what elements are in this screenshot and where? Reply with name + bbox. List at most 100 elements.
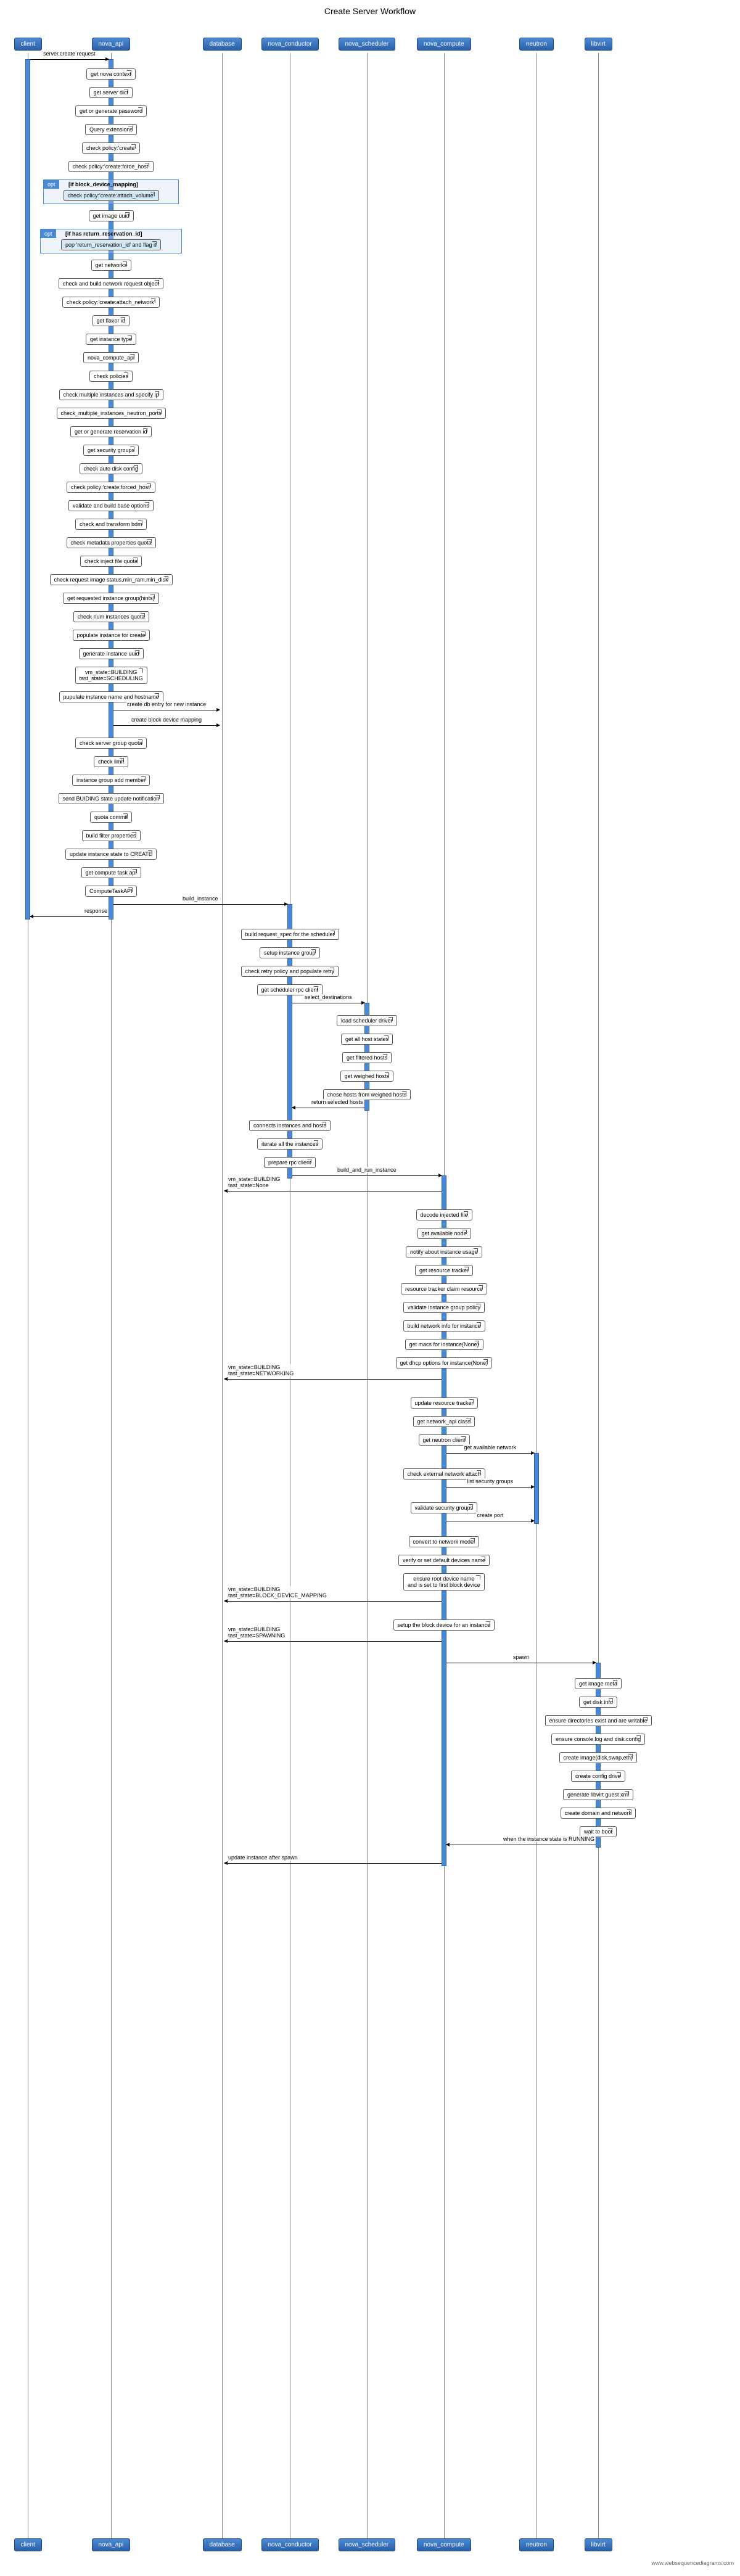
self-message: get instance type [86,334,136,345]
activation-nova_conductor [287,904,292,1179]
participant-database: database [203,38,242,51]
message-arrow [292,1175,442,1176]
self-message: check request image status,min_ram,min_d… [50,574,173,585]
message-label: vm_state=BUILDINGtast_state=BLOCK_DEVICE… [227,1586,328,1599]
message-label: get available network [463,1444,518,1451]
self-message: check multiple instances and specify ip [59,389,163,400]
lifeline-nova_scheduler [367,53,368,2551]
self-message: build request_spec for the scheduler [241,929,339,940]
self-message: check policy:'create:forced_host' [67,482,155,493]
self-message: generate libvirt guest xml [563,1789,633,1800]
self-message: get neutron client [419,1434,470,1446]
sequence-diagram: clientnova_apidatabasenova_conductornova… [0,22,740,2569]
self-message: get macs for instance(None) [405,1339,483,1350]
self-message: check server group quota [75,738,147,749]
self-message: check policy:'create:force_host' [68,161,154,172]
message-arrow [224,1641,442,1642]
self-message: get nova context [86,68,136,80]
participant-nova_api: nova_api [92,38,131,51]
self-message: pop 'return_reservation_id' and flag it [61,239,161,250]
participant-nova_conductor: nova_conductor [261,38,319,51]
self-message: get networks [91,260,131,271]
self-message: update resource tracker [411,1397,478,1409]
self-message: build filter properties [82,830,141,841]
opt-label: opt [44,180,59,189]
participant-nova_conductor: nova_conductor [261,2538,319,2551]
self-message: connects instances and hosts [249,1120,331,1131]
self-message: get flavor id [92,315,130,326]
self-message: Query extensions [85,124,137,135]
message-label: create port [476,1512,505,1518]
self-message: create domain and network [561,1808,636,1819]
message-label: create block device mapping [130,717,203,723]
self-message: check metadata properties quota [67,537,156,548]
message-label: response [83,908,109,914]
self-message: check policy:'create:attach_network' [62,297,160,308]
opt-condition: [if has return_reservation_id] [65,231,142,237]
lifeline-neutron [536,53,537,2551]
self-message: ensure console.log and disk.config [551,1734,645,1745]
message-arrow [30,916,109,917]
message-label: create db entry for new instance [126,701,207,707]
message-label: when the instance state is RUNNING [502,1836,596,1842]
self-message: get filtered hosts [342,1052,392,1063]
opt-label: opt [41,229,56,238]
message-arrow [113,725,220,726]
message-label: server.create request [42,51,97,57]
self-message: quota commit [90,812,132,823]
participant-nova_compute: nova_compute [417,38,471,51]
participant-client: client [14,38,42,51]
self-message: get available node [417,1228,471,1239]
participant-nova_api: nova_api [92,2538,131,2551]
message-arrow [113,904,287,905]
self-message: check retry policy and populate retry [241,966,339,977]
message-label: list security groups [466,1478,515,1484]
self-message: nova_compute_api [83,352,139,363]
self-message: get image meta [575,1678,622,1689]
self-message: populate instance for create [73,630,150,641]
message-label: vm_state=BUILDINGtast_state=SPAWNING [227,1626,286,1639]
participant-client: client [14,2538,42,2551]
participant-neutron: neutron [519,38,554,51]
participant-nova_compute: nova_compute [417,2538,471,2551]
self-message: setup the block device for an instance [393,1619,495,1631]
self-message: resource tracker claim resource [401,1283,487,1294]
lifeline-database [222,53,223,2551]
self-message: get or generate reservation id [70,426,152,437]
self-message: check and build network request object [59,278,163,289]
self-message: validate security groups [411,1502,478,1513]
participant-libvirt: libvirt [585,38,612,51]
self-message: get resource tracker [415,1265,473,1276]
message-arrow [224,1863,442,1864]
self-message: verify or set default devices name [398,1555,490,1566]
self-message: get compute task api [81,867,141,878]
self-message: check inject file quota [80,556,142,567]
footer-link: www.websequencediagrams.com [651,2560,734,2566]
self-message: validate instance group policy [403,1302,485,1313]
participant-neutron: neutron [519,2538,554,2551]
self-message: convert to network model [409,1536,480,1547]
self-message: check policy:'create' [82,142,140,154]
self-message: get image uuid [89,210,134,221]
self-message: get all host states [341,1034,393,1045]
self-message: instance group add member [72,775,150,786]
diagram-title: Create Server Workflow [0,0,740,22]
message-label: return selected hosts [310,1099,364,1105]
self-message: get dhcp options for instance(None) [396,1357,493,1368]
participant-database: database [203,2538,242,2551]
participant-libvirt: libvirt [585,2538,612,2551]
self-message: setup instance group [260,947,320,958]
self-message: get network_api class [413,1416,475,1427]
self-message: get server dict [89,87,133,98]
self-message: get disk info [579,1697,617,1708]
message-arrow [446,1487,534,1488]
self-message: load scheduler driver [337,1015,397,1026]
activation-neutron [534,1453,539,1524]
participant-nova_scheduler: nova_scheduler [339,38,396,51]
message-label: spawn [512,1654,530,1660]
self-message: create image(disk,swap,eth) [559,1752,638,1763]
message-arrow [446,1453,534,1454]
message-label: update instance after spawn [227,1854,299,1861]
self-message: notify about instance usage [406,1246,482,1257]
self-message: get requested instance group(hints) [63,593,159,604]
